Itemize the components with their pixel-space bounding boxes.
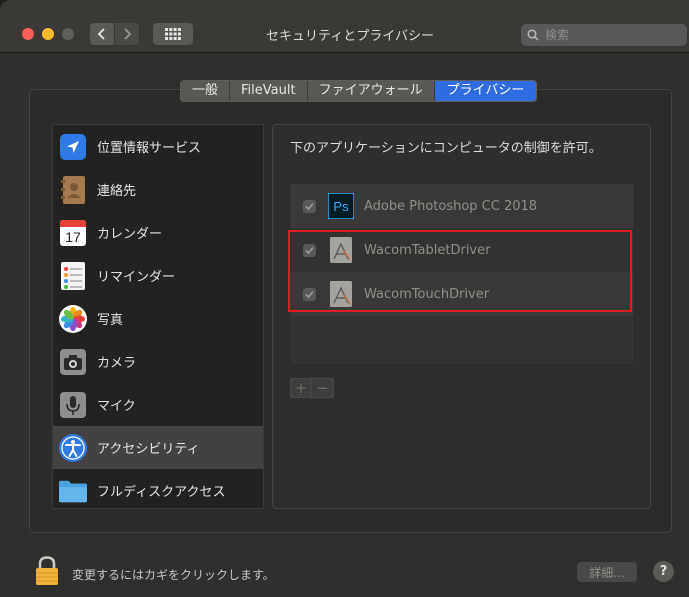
tab-firewall[interactable]: ファイアウォール — [308, 81, 435, 101]
sidebar-item-photos[interactable]: 写真 — [53, 297, 263, 340]
generic-app-icon — [328, 237, 354, 263]
window-title: セキュリティとプライバシー — [266, 29, 434, 44]
search-field[interactable] — [521, 24, 687, 46]
sidebar-item-label: カレンダー — [97, 227, 163, 242]
app-name: WacomTabletDriver — [364, 242, 491, 258]
checkmark-icon — [305, 246, 314, 254]
empty-list-row — [290, 316, 634, 364]
generic-app-icon — [328, 281, 354, 307]
sidebar-item-full-disk-access[interactable]: フルディスクアクセス — [53, 469, 263, 508]
forward-button[interactable] — [115, 23, 139, 45]
search-input[interactable] — [543, 27, 677, 43]
reminders-list-icon — [59, 261, 87, 290]
help-button[interactable]: ? — [653, 561, 674, 582]
sidebar-item-label: フルディスクアクセス — [97, 485, 226, 500]
sidebar-item-calendar[interactable]: 17 カレンダー — [53, 211, 263, 254]
lock-instructions: 変更するにはカギをクリックします。 — [72, 568, 275, 582]
svg-text:Ps: Ps — [333, 199, 349, 214]
permissions-description: 下のアプリケーションにコンピュータの制御を許可。 — [290, 141, 602, 156]
advanced-button[interactable]: 詳細... — [577, 562, 637, 582]
tab-general[interactable]: 一般 — [181, 81, 231, 101]
close-window-button[interactable] — [22, 28, 34, 40]
chevron-left-icon — [97, 28, 105, 40]
sidebar-item-label: 写真 — [97, 313, 124, 328]
calendar-icon: 17 — [59, 219, 87, 247]
app-row-wacom-touch[interactable]: WacomTouchDriver — [290, 272, 634, 316]
grid-icon — [165, 28, 181, 40]
back-button[interactable] — [90, 23, 114, 45]
lock-icon[interactable] — [35, 556, 59, 586]
sidebar-item-label: 連絡先 — [97, 184, 137, 199]
checkmark-icon — [305, 202, 314, 210]
sidebar-item-camera[interactable]: カメラ — [53, 340, 263, 383]
camera-icon — [59, 348, 87, 376]
tab-privacy[interactable]: プライバシー — [434, 81, 537, 101]
app-name: Adobe Photoshop CC 2018 — [364, 198, 538, 214]
contacts-book-icon — [59, 175, 87, 204]
app-checkbox[interactable] — [303, 287, 316, 301]
show-all-button[interactable] — [153, 23, 193, 45]
sidebar-item-label: アクセシビリティ — [97, 442, 200, 457]
sidebar-item-microphone[interactable]: マイク — [53, 383, 263, 426]
preferences-window: セキュリティとプライバシー 一般 FileVault ファイアウォール プライバ… — [0, 0, 689, 597]
photoshop-icon: Ps — [328, 193, 354, 219]
app-checkbox[interactable] — [303, 243, 316, 257]
sidebar-item-reminders[interactable]: リマインダー — [53, 254, 263, 297]
remove-app-button[interactable]: − — [312, 378, 334, 398]
title-bar: セキュリティとプライバシー — [0, 0, 689, 53]
svg-text:17: 17 — [65, 229, 81, 245]
checkmark-icon — [305, 290, 314, 298]
add-remove-buttons: + − — [290, 378, 334, 398]
zoom-window-button[interactable] — [62, 28, 74, 40]
photos-flower-icon — [59, 304, 87, 333]
tab-bar: 一般 FileVault ファイアウォール プライバシー — [180, 80, 538, 102]
app-checkbox[interactable] — [303, 199, 316, 213]
sidebar-item-accessibility[interactable]: アクセシビリティ — [53, 426, 263, 469]
microphone-icon — [59, 391, 87, 419]
folder-icon — [59, 477, 87, 505]
sidebar-item-label: 位置情報サービス — [97, 141, 202, 156]
sidebar-item-label: リマインダー — [97, 270, 176, 285]
sidebar-item-location-services[interactable]: 位置情報サービス — [53, 125, 263, 168]
sidebar-item-label: マイク — [97, 399, 136, 414]
minimize-window-button[interactable] — [42, 28, 54, 40]
accessibility-icon — [59, 433, 87, 462]
app-row-wacom-tablet[interactable]: WacomTabletDriver — [290, 228, 634, 272]
location-arrow-icon — [59, 133, 87, 161]
sidebar-item-label: カメラ — [97, 356, 137, 371]
add-app-button[interactable]: + — [290, 378, 312, 398]
app-permission-list: Ps Adobe Photoshop CC 2018 WacomTabletDr… — [289, 183, 635, 365]
sidebar-item-contacts[interactable]: 連絡先 — [53, 168, 263, 211]
search-icon — [527, 29, 539, 41]
app-name: WacomTouchDriver — [364, 286, 490, 302]
chevron-right-icon — [124, 28, 132, 40]
privacy-category-list: 位置情報サービス 連絡先 17 カレンダー リマインダー 写真 カメラ マイク … — [52, 124, 264, 509]
tab-filevault[interactable]: FileVault — [230, 81, 308, 101]
app-row-photoshop[interactable]: Ps Adobe Photoshop CC 2018 — [290, 184, 634, 228]
